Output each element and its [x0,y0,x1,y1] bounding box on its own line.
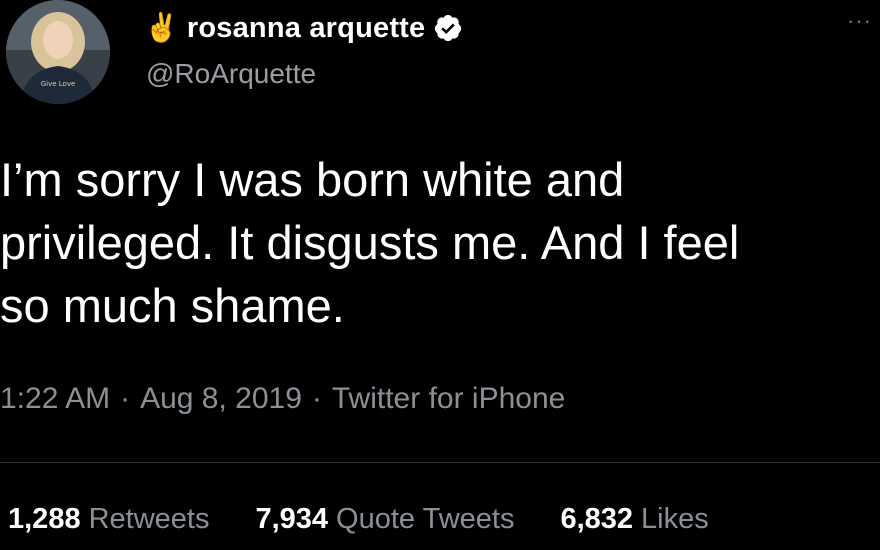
likes-count: 6,832 [560,503,634,535]
meta-separator: · [311,382,322,415]
tweet-time[interactable]: 1:22 AM [0,382,110,416]
author-handle[interactable]: @RoArquette [146,58,316,90]
quote-tweets-label: Quote Tweets [336,503,515,535]
tweet-source[interactable]: Twitter for iPhone [332,382,565,416]
verified-badge-icon [433,13,463,43]
profile-photo: Give Love [6,0,110,104]
quote-tweets-stat[interactable]: 7,934 Quote Tweets [255,503,514,536]
tweet-stats: 1,288 Retweets 7,934 Quote Tweets 6,832 Lik… [8,503,755,536]
author-display-name[interactable]: rosanna arquette [187,12,426,45]
retweets-count: 1,288 [8,503,81,535]
retweets-stat[interactable]: 1,288 Retweets [8,503,209,536]
divider [0,462,880,463]
author-name-row: ✌️ rosanna arquette [144,8,463,48]
avatar-shirt-text: Give Love [41,80,76,88]
meta-separator: · [120,382,131,415]
tweet-meta: 1:22 AM · Aug 8, 2019 · Twitter for iPho… [0,382,565,416]
retweets-label: Retweets [88,503,210,535]
tweet-text: I’m sorry I was born white and privilege… [0,153,740,332]
tweet-date[interactable]: Aug 8, 2019 [140,382,302,416]
quote-tweets-count: 7,934 [255,503,329,535]
victory-hand-emoji: ✌️ [144,11,179,44]
likes-label: Likes [641,503,709,535]
author-avatar[interactable]: Give Love [6,0,110,104]
likes-stat[interactable]: 6,832 Likes [560,503,708,536]
more-icon[interactable]: ··· [847,10,872,32]
